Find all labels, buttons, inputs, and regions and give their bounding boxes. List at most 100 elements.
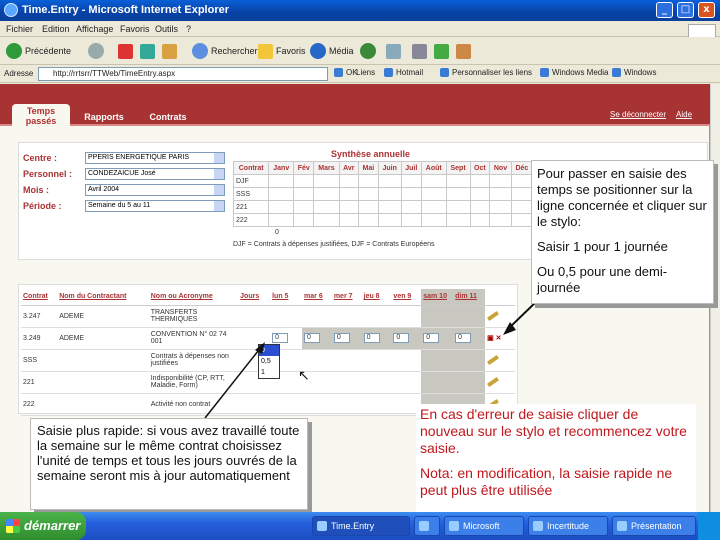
home-button[interactable] xyxy=(162,42,177,60)
refresh-icon xyxy=(140,43,155,59)
synthese-header-row: Contrat Janv Fév Mars Avr Mai Juin Juil … xyxy=(232,161,534,175)
cell-acronyme: Contrats à dépenses non justifiées xyxy=(148,349,239,372)
link-windows-media[interactable]: Windows Media xyxy=(540,68,608,77)
task-time-entry[interactable]: Time.Entry xyxy=(312,516,410,536)
tab-contrats[interactable]: Contrats xyxy=(140,110,196,132)
mouse-cursor-icon: ↖ xyxy=(298,367,310,383)
edit-button[interactable] xyxy=(434,42,449,60)
callout-text: Pour passer en saisie des temps se posit… xyxy=(537,166,707,229)
synthese-row: 221 xyxy=(232,200,534,214)
periode-value: Semaine du 5 au 11 xyxy=(88,202,151,209)
col-mai: Mai xyxy=(358,161,379,175)
go-button[interactable]: OK xyxy=(334,68,358,77)
cell-contractant xyxy=(57,393,149,416)
centre-select[interactable]: PPERIS ENERGETIQUE PARIS xyxy=(85,152,225,164)
quick-entry-dropdown[interactable]: 0 0,5 1 xyxy=(258,344,280,379)
logout-link[interactable]: Se déconnecter xyxy=(610,110,666,119)
forward-button[interactable] xyxy=(88,42,104,60)
task-microsoft[interactable]: Microsoft xyxy=(444,516,524,536)
address-bar: Adresse http://rrtsrr/TTWeb/TimeEntry.as… xyxy=(0,65,720,83)
link-hotmail[interactable]: Hotmail xyxy=(384,68,423,77)
home-icon xyxy=(162,43,177,59)
dropdown-option[interactable]: 0 xyxy=(259,345,279,356)
tab-temps-passes[interactable]: Temps passés xyxy=(12,104,70,126)
edit-icon xyxy=(434,43,449,59)
task-presentation[interactable]: Présentation xyxy=(612,516,696,536)
menu-file[interactable]: Fichier xyxy=(6,24,33,34)
cell-acronyme: Indisponibilité (CP, RTT, Maladie, Form) xyxy=(148,371,239,394)
address-label: Adresse xyxy=(4,69,34,78)
personnel-select[interactable]: CONDEZAICUE José xyxy=(85,168,225,180)
menu-help[interactable]: ? xyxy=(186,24,191,34)
favorites-button[interactable]: Favoris xyxy=(258,42,306,60)
head-actions xyxy=(485,289,515,306)
menu-tools[interactable]: Outils xyxy=(155,24,178,34)
windows-logo-icon xyxy=(688,24,716,38)
cell-contractant: ADEME xyxy=(57,327,149,350)
minimize-button[interactable]: _ xyxy=(656,2,673,18)
quick-entry-select[interactable]: 0 xyxy=(272,333,289,343)
synthese-row: 222 xyxy=(232,213,534,227)
discuss-button[interactable] xyxy=(456,42,471,60)
synthese-row: DJF xyxy=(232,174,534,188)
dropdown-option[interactable]: 1 xyxy=(259,367,279,378)
cancel-icon[interactable]: ✕ xyxy=(496,335,502,342)
start-button[interactable]: démarrer xyxy=(0,512,86,540)
close-button[interactable]: x xyxy=(698,2,715,18)
head-contractant: Nom du Contractant xyxy=(57,289,149,306)
dropdown-option[interactable]: 0,5 xyxy=(259,356,279,367)
day-input-mar[interactable]: 0 xyxy=(304,333,321,343)
menu-bar: Fichier Edition Affichage Favoris Outils… xyxy=(0,21,720,38)
pencil-icon[interactable] xyxy=(487,376,500,387)
link-custom[interactable]: Personnaliser les liens xyxy=(440,68,532,77)
head-mer: mer 7 xyxy=(331,289,362,306)
menu-edit[interactable]: Edition xyxy=(42,24,70,34)
head-jours: Jours xyxy=(238,289,271,306)
task-incertitude[interactable]: Incertitude xyxy=(528,516,608,536)
links-text: Liens xyxy=(356,68,376,77)
callout-text: Ou 0,5 pour une demi-journée xyxy=(537,264,668,295)
help-link[interactable]: Aide xyxy=(676,110,692,119)
maximize-button[interactable]: □ xyxy=(677,2,694,18)
mois-select[interactable]: Avril 2004 xyxy=(85,184,225,196)
head-mar: mar 6 xyxy=(302,289,332,306)
menu-favorites[interactable]: Favoris xyxy=(120,24,150,34)
head-sam: sam 10 xyxy=(421,289,454,306)
callout-quick-entry: Saisie plus rapide: si vous avez travail… xyxy=(30,418,308,510)
callout-text: Saisie plus rapide: si vous avez travail… xyxy=(37,423,300,483)
media-label: Média xyxy=(329,46,354,56)
back-button[interactable]: Précédente xyxy=(6,42,71,60)
menu-view[interactable]: Affichage xyxy=(76,24,113,34)
day-input-mer[interactable]: 0 xyxy=(333,333,350,343)
link-windows[interactable]: Windows xyxy=(612,68,656,77)
media-button[interactable]: Média xyxy=(310,42,354,60)
row-label: 221 xyxy=(232,200,270,214)
tab-rapports[interactable]: Rapports xyxy=(76,110,132,132)
entry-header-row: Contrat Nom du Contractant Nom ou Acrony… xyxy=(21,289,515,306)
mail-button[interactable] xyxy=(386,42,401,60)
refresh-button[interactable] xyxy=(140,42,155,60)
task-blank[interactable] xyxy=(414,516,440,536)
col-dec: Déc xyxy=(510,161,534,175)
app-header: Temps passés Rapports Contrats Se déconn… xyxy=(0,84,710,126)
day-input-ven[interactable]: 0 xyxy=(393,333,410,343)
day-input-sam[interactable]: 0 xyxy=(423,333,440,343)
periode-select[interactable]: Semaine du 5 au 11 xyxy=(85,200,225,212)
history-button[interactable] xyxy=(360,42,376,60)
table-row[interactable]: 3.247 ADEME TRANSFERTS THERMIQUES xyxy=(21,305,515,328)
save-icon[interactable]: ▣ xyxy=(487,335,494,342)
col-juil: Juil xyxy=(400,161,422,175)
callout-text: Saisir 1 pour 1 journée xyxy=(537,239,668,254)
col-contrat: Contrat xyxy=(232,161,270,175)
pencil-icon[interactable] xyxy=(487,354,500,365)
discuss-icon xyxy=(456,43,471,59)
system-tray xyxy=(698,512,720,540)
day-input-jeu[interactable]: 0 xyxy=(363,333,380,343)
address-input[interactable]: http://rrtsrr/TTWeb/TimeEntry.aspx xyxy=(38,67,328,81)
search-button[interactable]: Rechercher xyxy=(192,42,258,60)
print-button[interactable] xyxy=(412,42,427,60)
stop-button[interactable] xyxy=(118,42,133,60)
cell-acronyme: Activité non contrat xyxy=(148,393,239,416)
day-input-dim[interactable]: 0 xyxy=(455,333,472,343)
pencil-icon[interactable] xyxy=(487,310,500,321)
